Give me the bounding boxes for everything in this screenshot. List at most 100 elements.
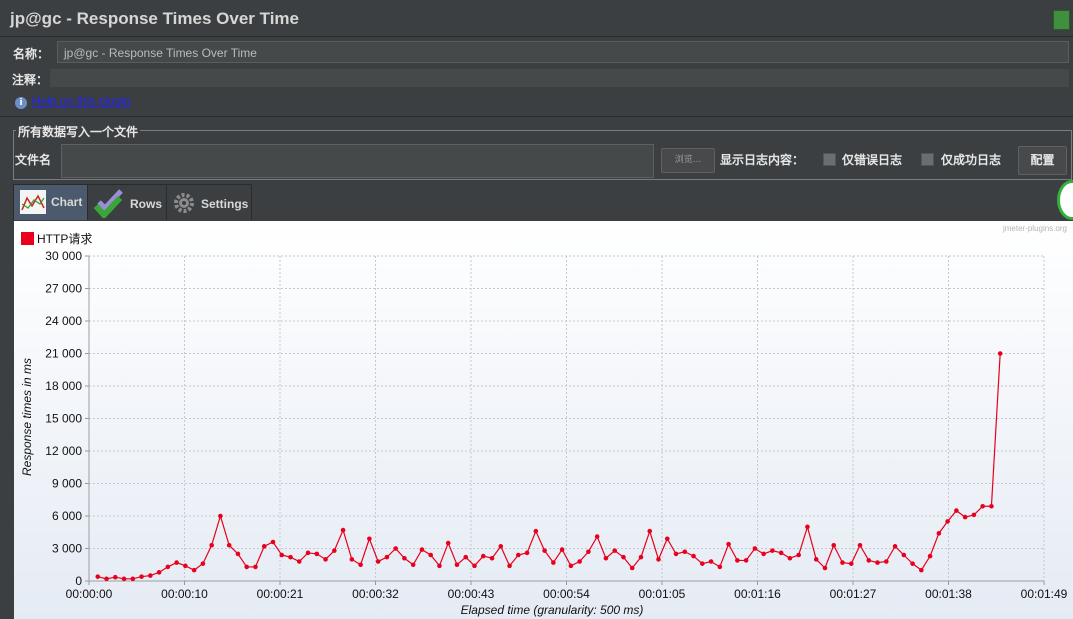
data-point <box>945 519 950 524</box>
data-point <box>419 547 425 552</box>
data-point <box>95 574 101 579</box>
series-line <box>97 353 1001 580</box>
comment-label: 注释： <box>12 73 49 87</box>
data-point <box>770 548 775 553</box>
data-point <box>191 567 197 573</box>
tab-rows-label: Rows <box>130 197 163 211</box>
data-point <box>121 576 127 582</box>
file-group-title: 所有数据写入一个文件 <box>16 123 141 140</box>
y-tick-label: 12 000 <box>45 444 82 458</box>
chart-panel: jmeter-plugins.org 03 000 6 000 9 000 12 00… <box>14 221 1073 619</box>
data-point <box>524 550 530 556</box>
data-point <box>743 558 749 563</box>
data-point <box>796 552 801 558</box>
data-point <box>980 503 985 509</box>
y-tick-label: 6 000 <box>52 509 82 523</box>
data-point <box>402 555 407 561</box>
data-point <box>279 552 285 558</box>
log-display-label: 显示日志内容： <box>720 153 805 167</box>
data-point <box>866 558 872 563</box>
tab-chart[interactable]: Chart <box>13 184 88 220</box>
x-tick-label: 00:00:10 <box>161 587 208 601</box>
success-only-label: 仅成功日志 <box>941 153 1002 167</box>
data-point <box>700 561 705 566</box>
tab-settings[interactable]: Settings <box>166 184 252 220</box>
data-point <box>936 531 942 536</box>
tab-rows[interactable]: Rows <box>87 184 167 220</box>
data-point <box>261 544 267 549</box>
y-tick-label: 3 000 <box>52 542 82 556</box>
data-point <box>463 554 469 560</box>
configure-button[interactable]: 配置 <box>1018 146 1067 175</box>
data-point <box>822 565 828 571</box>
name-input[interactable]: jp@gc - Response Times Over Time <box>57 41 1069 63</box>
tab-chart-label: Chart <box>51 195 83 209</box>
data-point <box>682 549 688 555</box>
data-point <box>130 576 136 582</box>
data-point <box>516 552 521 558</box>
data-point <box>209 542 214 548</box>
data-point <box>778 550 784 556</box>
x-tick-label: 00:01:05 <box>639 587 686 601</box>
expand-icon[interactable] <box>1053 10 1070 30</box>
data-point <box>717 564 723 570</box>
help-link[interactable]: Help on this plugin <box>32 94 131 108</box>
tab-settings-label: Settings <box>201 197 249 211</box>
data-point <box>673 551 679 557</box>
data-point <box>112 574 118 580</box>
y-tick-label: 15 000 <box>45 412 82 426</box>
data-point <box>314 551 320 557</box>
y-tick-label: 18 000 <box>45 379 82 393</box>
success-only-checkbox[interactable] <box>921 153 934 166</box>
data-point <box>787 555 793 561</box>
data-point <box>551 560 556 565</box>
y-tick-label: 24 000 <box>45 314 82 328</box>
status-circle-icon <box>1057 180 1073 220</box>
data-point <box>708 559 714 564</box>
comment-input[interactable] <box>50 69 1069 87</box>
chart-icon <box>20 190 46 214</box>
x-tick-label: 00:00:32 <box>352 587 399 601</box>
data-point <box>656 557 661 562</box>
data-point <box>393 546 398 551</box>
gear-icon <box>174 193 194 213</box>
filename-input[interactable] <box>61 144 654 178</box>
data-point <box>367 536 372 542</box>
data-point <box>288 554 293 560</box>
data-point <box>892 544 898 549</box>
data-point <box>270 539 276 545</box>
x-tick-label: 00:00:54 <box>543 587 590 601</box>
data-point <box>691 553 696 559</box>
filename-label: 文件名 <box>15 153 52 167</box>
window-title: jp@gc - Response Times Over Time <box>10 9 299 28</box>
data-point <box>542 548 547 553</box>
data-point <box>919 567 924 573</box>
data-point <box>349 557 355 562</box>
legend-label: HTTP请求 <box>37 232 92 246</box>
data-point <box>664 536 670 542</box>
data-point <box>445 540 451 546</box>
data-point <box>805 524 810 530</box>
data-point <box>472 563 477 569</box>
data-point <box>200 561 206 566</box>
errors-only-checkbox[interactable] <box>823 153 836 166</box>
data-point <box>647 528 653 534</box>
data-point <box>621 554 626 560</box>
data-point <box>559 547 565 552</box>
data-point <box>883 559 889 564</box>
y-tick-label: 0 <box>75 574 82 588</box>
x-tick-label: 00:01:27 <box>830 587 877 601</box>
y-tick-label: 9 000 <box>52 477 82 491</box>
data-point <box>410 562 416 568</box>
data-point <box>480 553 486 559</box>
name-label: 名称： <box>13 47 50 61</box>
data-point <box>962 514 968 520</box>
data-point <box>296 559 302 564</box>
data-point <box>305 550 311 556</box>
data-point <box>857 542 863 548</box>
x-axis-label: Elapsed time (granularity: 500 ms) <box>461 603 644 617</box>
errors-only-label: 仅错误日志 <box>842 153 903 167</box>
data-point <box>218 513 223 519</box>
checkmark-icon <box>93 189 123 218</box>
browse-button[interactable]: 浏览... <box>661 148 715 173</box>
